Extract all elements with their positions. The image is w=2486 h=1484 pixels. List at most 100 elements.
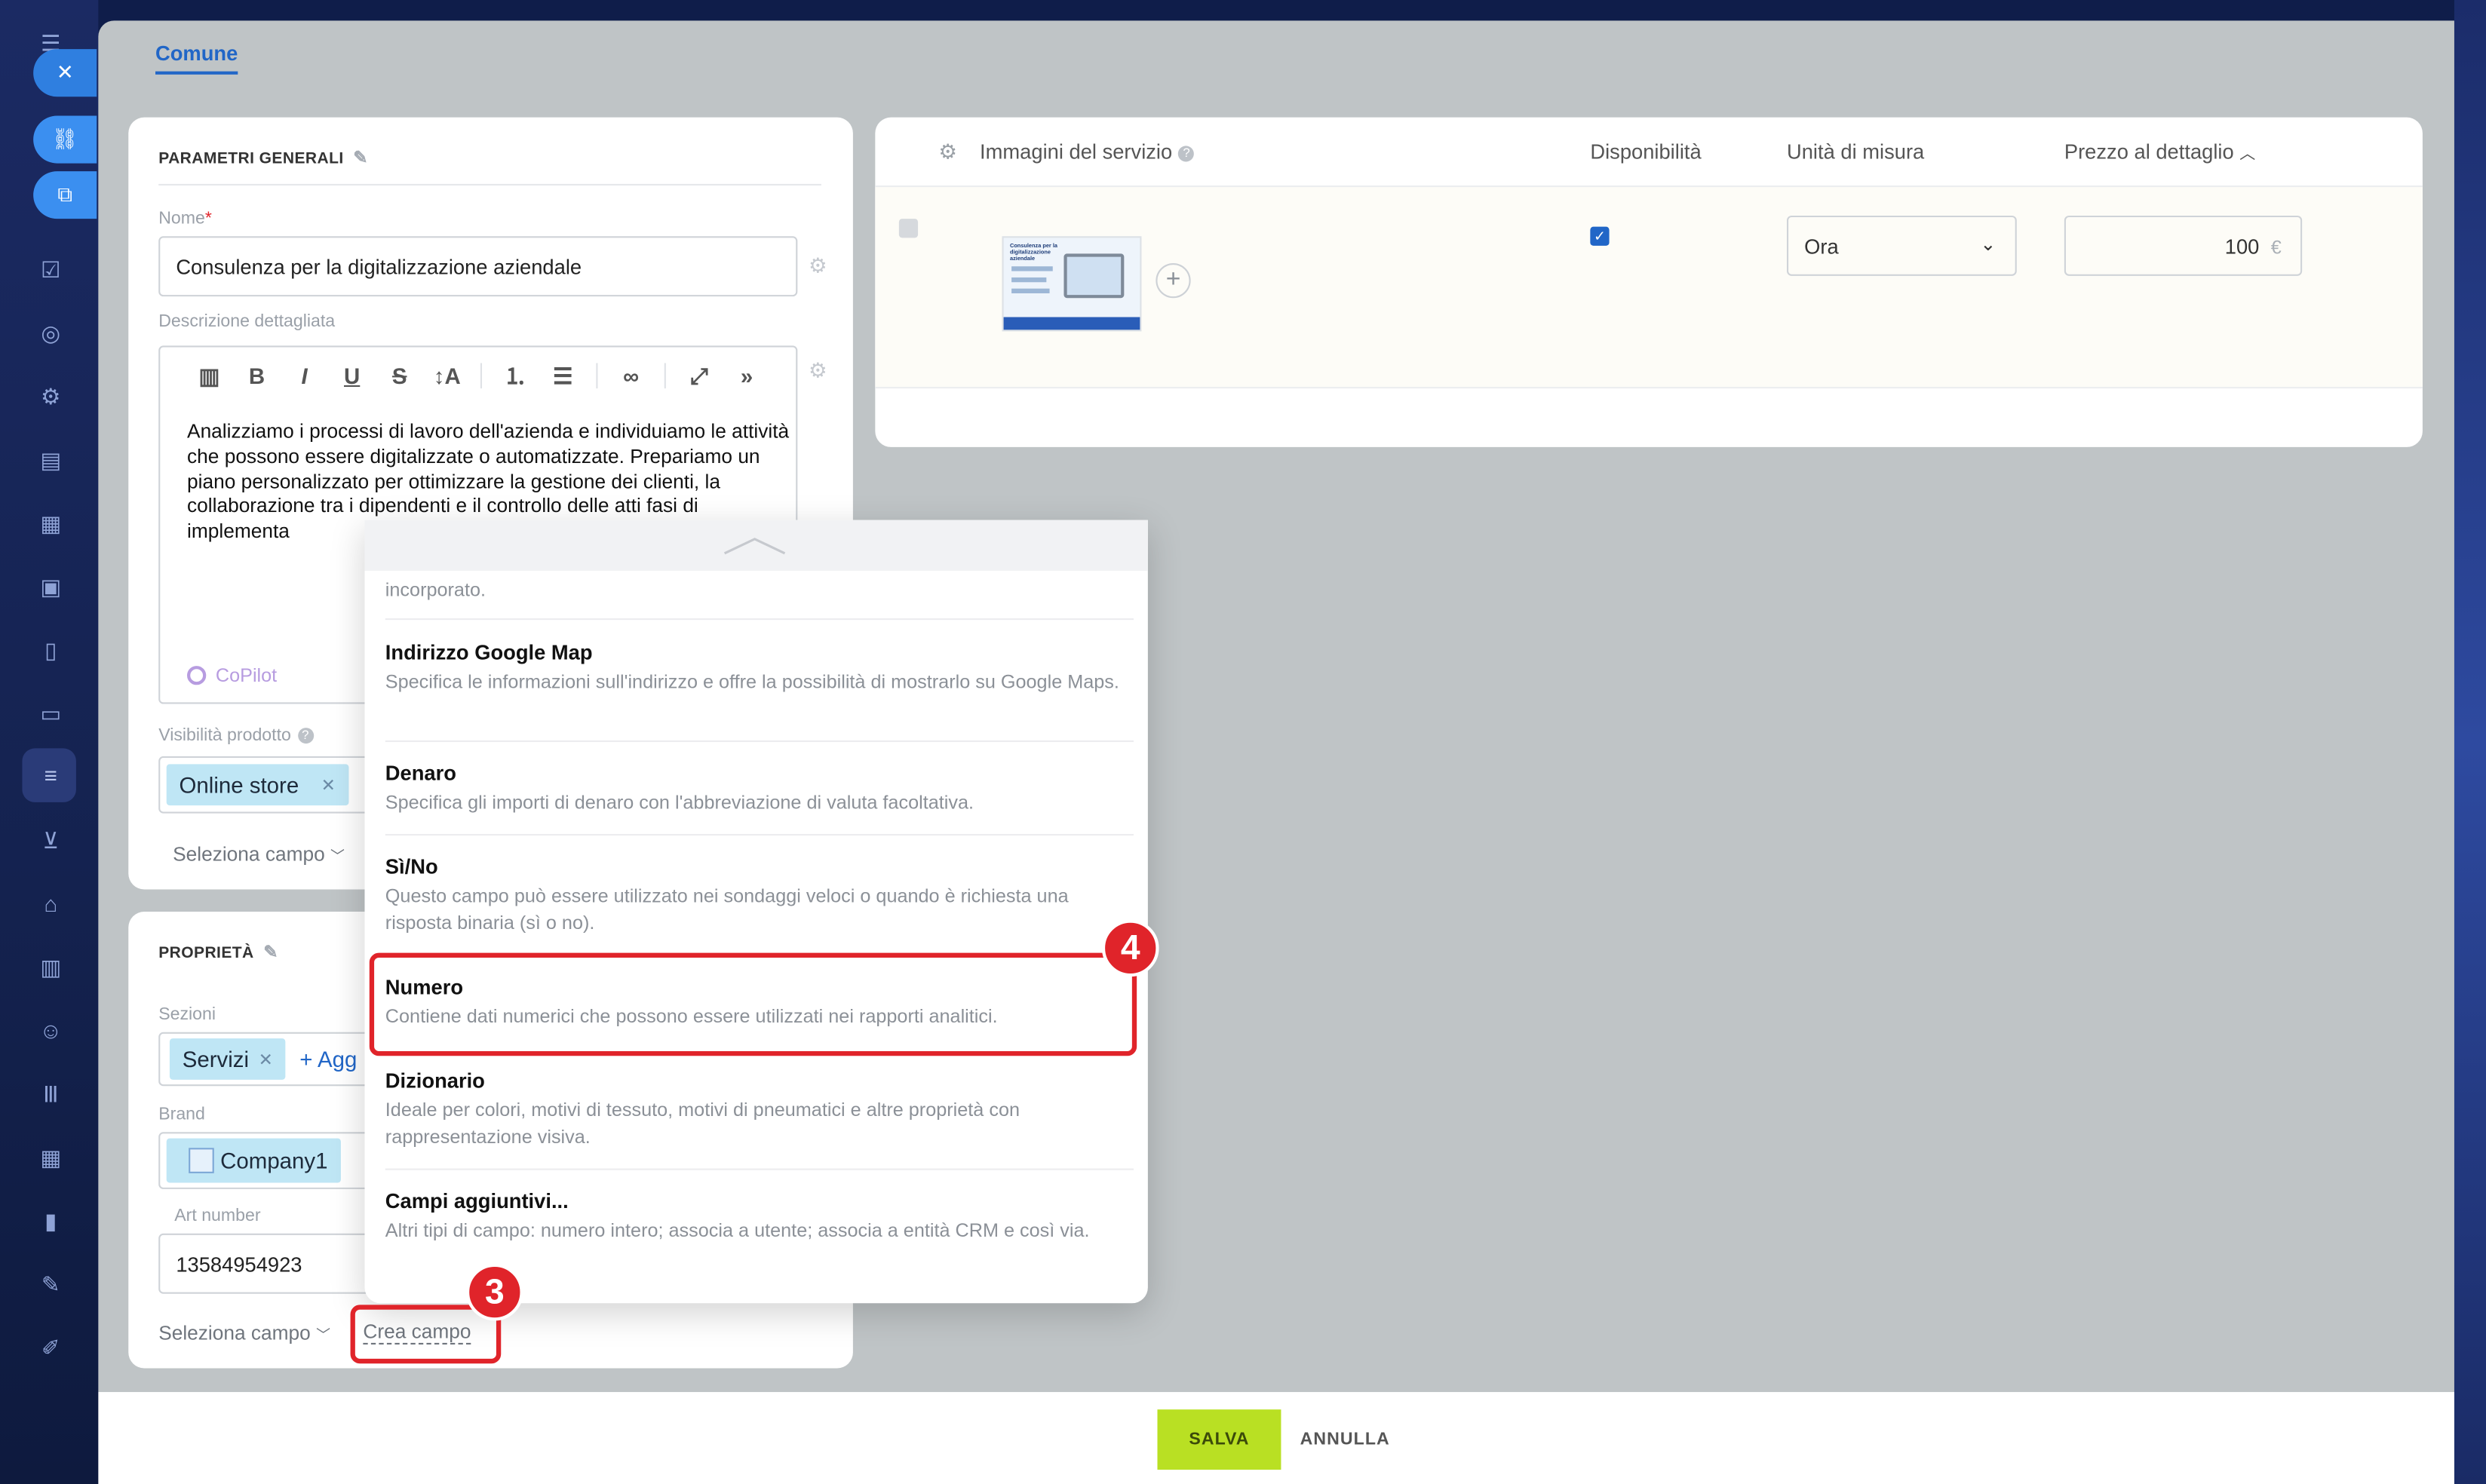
calendar-icon[interactable]: ▦ <box>33 506 68 541</box>
tasks-icon[interactable]: ☑ <box>33 252 68 287</box>
bold-button[interactable]: B <box>233 363 281 388</box>
link-icon[interactable]: ⛓ <box>33 115 97 164</box>
pencil-icon[interactable]: ✎ <box>353 149 368 168</box>
link-icon[interactable]: ∞ <box>607 363 655 388</box>
open-new-window-icon[interactable]: ⧉ <box>33 171 97 219</box>
name-input[interactable]: Consulenza per la digitalizzazione azien… <box>158 236 798 297</box>
unit-select[interactable]: Ora ⌄ <box>1786 215 2017 276</box>
availability-checkbox[interactable]: ✓ <box>1590 226 1610 246</box>
card-icon[interactable]: ▭ <box>33 696 68 731</box>
pen-icon[interactable]: ✐ <box>33 1330 68 1365</box>
select-field-label: Seleziona campo <box>173 843 325 866</box>
divider <box>158 183 821 186</box>
properties-section-title: PROPRIETÀ ✎ <box>158 942 278 962</box>
general-title-text: PARAMETRI GENERALI <box>158 150 344 168</box>
close-slider-button[interactable]: ✕ <box>33 49 97 97</box>
contacts-icon[interactable]: ▥ <box>33 949 68 984</box>
company-logo-icon <box>189 1148 214 1173</box>
service-image-thumb[interactable]: Consulenza per la digitalizzazione azien… <box>1002 236 1142 332</box>
cart-icon[interactable]: ⊻ <box>33 823 68 857</box>
toolbar-separator <box>480 363 483 389</box>
price-value: 100 <box>2224 234 2260 258</box>
settings-icon[interactable]: ⚙ <box>33 379 68 414</box>
strike-button[interactable]: S <box>376 363 423 388</box>
row-checkbox[interactable] <box>898 219 919 238</box>
more-icon[interactable]: » <box>723 363 771 388</box>
italic-button[interactable]: I <box>281 363 328 388</box>
option-desc: Questo campo può essere utilizzato nei s… <box>385 885 1069 934</box>
thumb-laptop <box>1063 253 1125 299</box>
field-type-option[interactable]: incorporato. <box>385 577 1134 621</box>
edit-doc-icon[interactable]: ✎ <box>33 1267 68 1302</box>
sections-tag-label: Servizi <box>182 1046 250 1072</box>
chevron-down-icon: ﹀ <box>330 848 345 864</box>
add-image-button[interactable]: + <box>1156 263 1191 299</box>
schedule-icon[interactable]: ▦ <box>33 1140 68 1175</box>
thumb-line <box>1011 266 1053 271</box>
field-type-option[interactable]: Sì/No Questo campo può essere utilizzato… <box>385 854 1134 956</box>
field-type-option[interactable]: Denaro Specifica gli importi di denaro c… <box>385 761 1134 836</box>
highlight-numero <box>369 952 1137 1056</box>
name-label-text: Nome <box>158 209 205 228</box>
editor-toolbar: ▥ B I U S ↕A ⒈ ☰ ∞ ⤢ » <box>160 347 821 404</box>
general-section-title: PARAMETRI GENERALI ✎ <box>158 148 368 168</box>
circle-icon[interactable]: ◎ <box>33 315 68 350</box>
fullscreen-icon[interactable]: ⤢ <box>675 362 723 389</box>
option-title: Denaro <box>385 761 456 785</box>
popup-scroll-up[interactable] <box>364 520 1148 571</box>
sections-tag[interactable]: Servizi ✕ <box>169 1038 286 1080</box>
field-type-popup: incorporato. Indirizzo Google Map Specif… <box>364 520 1148 1304</box>
copilot-label: CoPilot <box>215 664 278 687</box>
select-field-label: Seleziona campo <box>158 1322 311 1344</box>
service-table-card: ⚙ Immagini del servizio? Disponibilità U… <box>875 117 2423 447</box>
file-icon[interactable]: ▯ <box>33 633 68 667</box>
brand-tag[interactable]: Company1 <box>166 1138 341 1183</box>
properties-title-text: PROPRIETÀ <box>158 945 254 963</box>
description-label: Descrizione dettagliata <box>158 312 336 332</box>
chevron-down-icon: ⌄ <box>1980 233 1996 256</box>
font-size-button[interactable]: ↕A <box>423 363 471 388</box>
visibility-tag[interactable]: Online store ✕ <box>166 764 348 806</box>
select-field-dropdown[interactable]: Seleziona campo ﹀ <box>173 844 345 866</box>
books-icon[interactable]: Ⅲ <box>33 1077 68 1111</box>
save-button[interactable]: SALVA <box>1157 1409 1281 1470</box>
col-price[interactable]: Prezzo al dettaglio ︿ <box>2064 140 2255 164</box>
robot-icon[interactable]: ☺ <box>33 1013 68 1048</box>
presentation-icon[interactable]: ▣ <box>33 569 68 604</box>
add-section-link[interactable]: + Agg <box>299 1047 357 1072</box>
numbered-list-icon[interactable]: ⒈ <box>492 360 539 391</box>
funnel-icon[interactable]: ≡ <box>33 758 68 793</box>
field-type-option[interactable]: Indirizzo Google Map Specifica le inform… <box>385 640 1134 742</box>
thumb-footer <box>1003 317 1140 330</box>
thumb-line <box>1011 277 1047 283</box>
option-title: Sì/No <box>385 854 438 878</box>
field-type-option[interactable]: Dizionario Ideale per colori, motivi di … <box>385 1069 1134 1170</box>
analytics-icon[interactable]: ▮ <box>33 1203 68 1238</box>
art-number-label: Art number <box>174 1207 261 1226</box>
gear-icon[interactable]: ⚙ <box>809 253 827 279</box>
tab-comune[interactable]: Comune <box>155 41 238 75</box>
screen: ☰ ✕ ⛓ ⧉ ☑ ◎ ⚙ ▤ ▦ ▣ ▯ ▭ ≡ ⊻ ⌂ ▥ ☺ Ⅲ ▦ ▮ … <box>0 0 2486 1484</box>
bullet-list-icon[interactable]: ☰ <box>539 362 587 389</box>
copilot-button[interactable]: CoPilot <box>187 664 277 686</box>
price-input[interactable]: 100 € <box>2064 215 2303 276</box>
option-title: Indirizzo Google Map <box>385 640 593 664</box>
cancel-button[interactable]: ANNULLA <box>1300 1409 1390 1470</box>
store-icon[interactable]: ⌂ <box>33 886 68 921</box>
remove-tag-icon[interactable]: ✕ <box>321 774 336 795</box>
background-strip <box>2454 0 2486 1484</box>
thumb-title: Consulenza per la digitalizzazione azien… <box>1009 242 1057 262</box>
document-icon[interactable]: ▤ <box>33 443 68 477</box>
col-unit: Unità di misura <box>1786 140 1925 164</box>
select-field-dropdown[interactable]: Seleziona campo ﹀ <box>158 1323 330 1344</box>
underline-button[interactable]: U <box>328 363 376 388</box>
help-icon[interactable]: ? <box>1178 146 1195 162</box>
chevron-up-icon[interactable] <box>723 536 787 555</box>
step-badge-3: 3 <box>465 1263 523 1321</box>
help-icon[interactable]: ? <box>297 728 314 744</box>
pencil-icon[interactable]: ✎ <box>263 943 278 962</box>
option-desc: Specifica gli importi di denaro con l'ab… <box>385 791 974 814</box>
source-icon[interactable]: ▥ <box>186 362 233 389</box>
gear-icon[interactable]: ⚙ <box>938 140 957 165</box>
remove-tag-icon[interactable]: ✕ <box>259 1049 273 1069</box>
